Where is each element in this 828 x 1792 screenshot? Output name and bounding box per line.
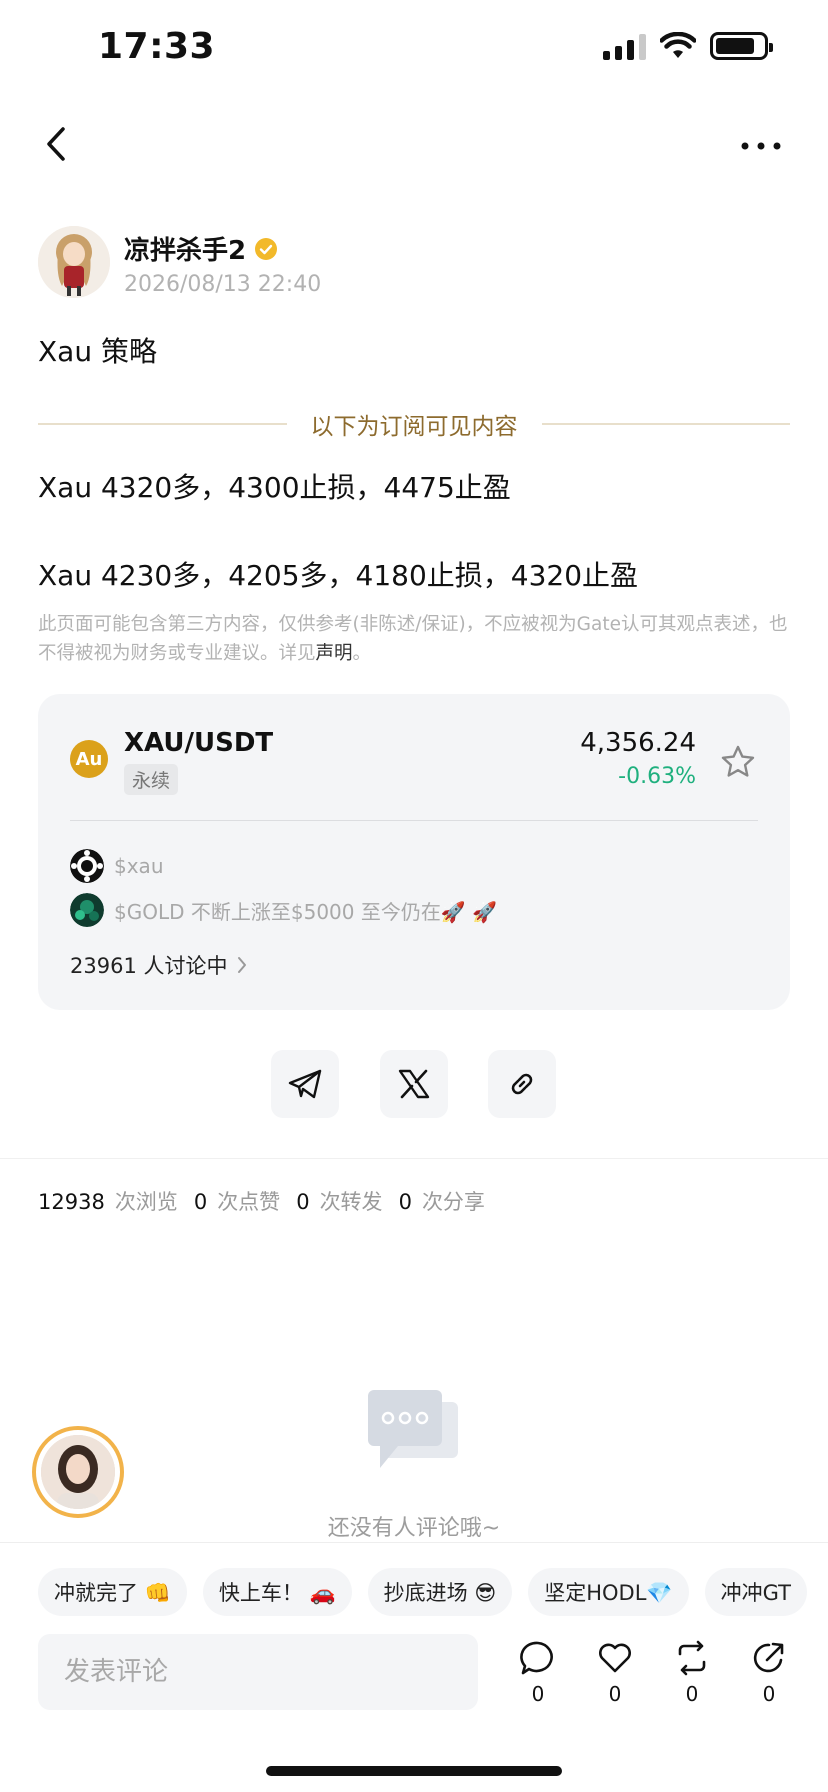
anime-avatar-icon [38, 226, 110, 298]
repost-count: 0 [685, 1682, 699, 1706]
live-host-avatar[interactable] [32, 1426, 124, 1518]
copy-link-button[interactable] [488, 1050, 556, 1118]
views-label: 次浏览 [114, 1190, 178, 1214]
pair-price: 4,356.24 [580, 728, 696, 758]
comment-input[interactable] [38, 1634, 478, 1710]
contract-type-tag: 永续 [124, 764, 179, 795]
post-stats: 12938 次浏览 0 次点赞 0 次转发 0 次分享 [38, 1186, 491, 1216]
share-icon [753, 1642, 784, 1673]
telegram-share-button[interactable] [271, 1050, 339, 1118]
coin-badge-icon: Au [70, 740, 108, 778]
quick-reply-chips: 冲就完了 👊 快上车！ 🚗 抄底进场 😎 坚定HODL💎 冲冲GT [38, 1568, 807, 1616]
topic-avatar-icon [70, 849, 104, 883]
discussion-link[interactable]: 23961 人讨论中 [70, 950, 247, 980]
comment-action[interactable]: 0 [516, 1640, 560, 1706]
chevron-left-icon [47, 127, 65, 161]
chevron-right-icon [238, 957, 247, 973]
topic-row[interactable]: $GOLD 不断上涨至$5000 至今仍在🚀 🚀 [70, 892, 497, 928]
telegram-icon [288, 1069, 322, 1099]
author-name-text: 凉拌杀手2 [124, 236, 247, 266]
author-avatar[interactable] [38, 226, 110, 298]
shares-label: 次分享 [421, 1190, 485, 1214]
host-portrait-icon [41, 1435, 115, 1509]
discussion-count: 23961 人讨论中 [70, 954, 228, 978]
x-share-button[interactable] [380, 1050, 448, 1118]
author-name[interactable]: 凉拌杀手2 [124, 230, 278, 267]
more-dots-icon [741, 142, 781, 150]
post-title: Xau 策略 [38, 335, 157, 368]
topic-avatar-icon [70, 893, 104, 927]
quick-reply-chip[interactable]: 快上车！ 🚗 [202, 1568, 352, 1616]
topic-text: $GOLD 不断上涨至$5000 至今仍在🚀 🚀 [114, 899, 498, 924]
views-count: 12938 [38, 1190, 105, 1214]
star-icon [721, 745, 755, 777]
share-action[interactable]: 0 [747, 1640, 791, 1706]
trading-pair-name[interactable]: XAU/USDT [124, 728, 273, 758]
strategy-line-2: Xau 4230多，4205多，4180止损，4320止盈 [38, 559, 639, 592]
back-button[interactable] [36, 124, 76, 164]
disclaimer: 此页面可能包含第三方内容，仅供参考(非陈述/保证)，不应被视为Gate认可其观点… [38, 610, 790, 668]
cellular-signal-icon [603, 32, 646, 60]
status-icons [603, 32, 773, 60]
likes-label: 次点赞 [217, 1190, 281, 1214]
repost-icon [678, 1640, 706, 1676]
quick-reply-chip[interactable]: 抄底进场 😎 [367, 1568, 513, 1616]
favorite-button[interactable] [720, 744, 756, 780]
disclaimer-link[interactable]: 声明 [316, 643, 353, 664]
status-time: 17:33 [98, 26, 216, 67]
quick-reply-chip[interactable]: 冲冲GT [704, 1568, 807, 1616]
quick-reply-chip[interactable]: 坚定HODL💎 [528, 1568, 689, 1616]
card-divider [70, 820, 758, 821]
bottom-bar-divider [0, 1542, 828, 1543]
share-count: 0 [762, 1682, 776, 1706]
topic-row[interactable]: $xau [70, 848, 164, 884]
post-timestamp: 2026/08/13 22:40 [124, 272, 322, 297]
home-indicator [266, 1766, 562, 1776]
comment-icon [520, 1641, 553, 1675]
x-logo-icon [398, 1069, 430, 1099]
reposts-label: 次转发 [319, 1190, 383, 1214]
like-count: 0 [608, 1682, 622, 1706]
heart-icon [599, 1643, 631, 1673]
likes-count: 0 [193, 1190, 208, 1214]
shares-count: 0 [398, 1190, 412, 1214]
empty-comments-text: 还没有人评论哦~ [327, 1516, 501, 1541]
comment-count: 0 [531, 1682, 545, 1706]
price-change: -0.63% [618, 764, 696, 789]
wifi-icon [660, 32, 696, 58]
empty-comments-illustration [368, 1390, 458, 1468]
subscriber-divider: 以下为订阅可见内容 [38, 404, 790, 444]
reposts-count: 0 [296, 1190, 310, 1214]
link-icon [511, 1073, 533, 1095]
section-divider [0, 1158, 828, 1159]
quick-reply-chip[interactable]: 冲就完了 👊 [38, 1568, 187, 1616]
subscriber-divider-text: 以下为订阅可见内容 [310, 414, 518, 440]
like-action[interactable]: 0 [593, 1640, 637, 1706]
disclaimer-end: 。 [352, 643, 372, 664]
battery-icon [710, 32, 773, 60]
verified-badge-icon [255, 237, 278, 260]
more-options-button[interactable] [736, 126, 786, 166]
disclaimer-text: 此页面可能包含第三方内容，仅供参考(非陈述/保证)，不应被视为Gate认可其观点… [38, 614, 788, 664]
strategy-line-1: Xau 4320多，4300止损，4475止盈 [38, 471, 511, 504]
topic-text: $xau [114, 854, 164, 878]
repost-action[interactable]: 0 [670, 1640, 714, 1706]
